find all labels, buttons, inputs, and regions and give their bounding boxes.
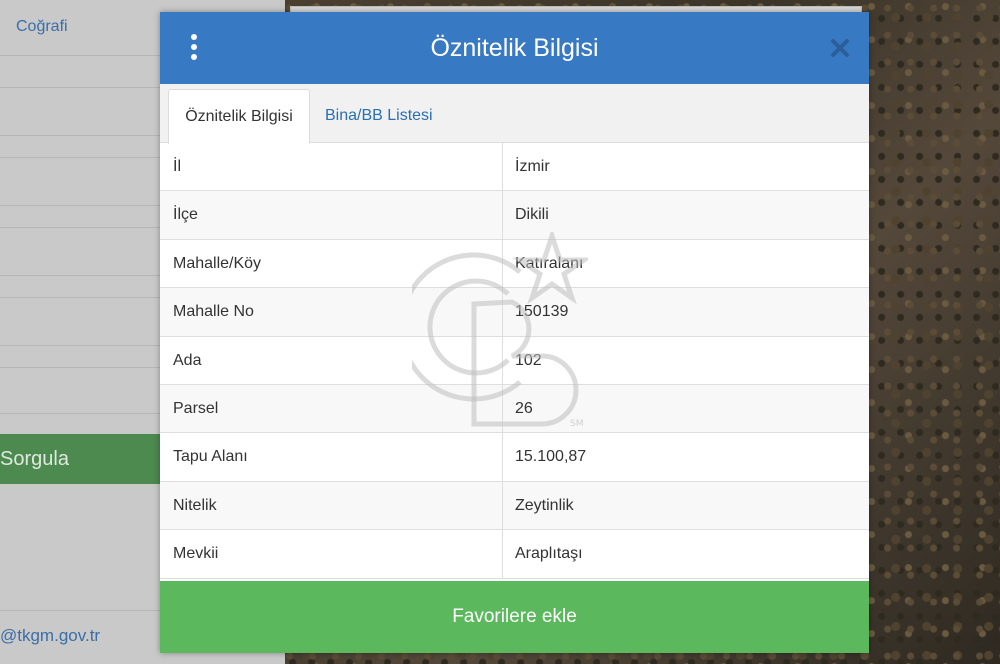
table-row: Mahalle No 150139	[160, 288, 869, 337]
row-key: Tapu Alanı	[173, 448, 248, 466]
table-row: Parsel 26	[160, 384, 869, 434]
row-value: Zeytinlik	[515, 496, 574, 514]
attribute-table: İl İzmir İlçe Dikili Mahalle/Köy Katıralanı…	[160, 143, 869, 579]
row-key: Mahalle/Köy	[173, 254, 262, 272]
table-row: Mahalle/Köy Katıralanı	[160, 239, 869, 289]
row-value: Dikili	[515, 206, 549, 224]
row-value: 150139	[515, 303, 569, 321]
row-value: 26	[515, 399, 533, 417]
table-row: Nitelik Zeytinlik	[160, 481, 869, 531]
sidebar-link-cografi[interactable]: Coğrafi	[16, 18, 68, 36]
tab-building-list[interactable]: Bina/BB Listesi	[325, 89, 433, 144]
row-key: Ada	[173, 351, 202, 369]
table-row: Tapu Alanı 15.100,87	[160, 433, 869, 482]
email-link[interactable]: @tkgm.gov.tr	[0, 626, 100, 646]
row-value: 15.100,87	[515, 448, 587, 466]
row-key: Nitelik	[173, 496, 217, 514]
table-row: İlçe Dikili	[160, 191, 869, 240]
table-row: İl İzmir	[160, 143, 869, 192]
row-value: 102	[515, 351, 542, 369]
row-key: İl	[173, 158, 181, 175]
row-value: İzmir	[515, 158, 550, 175]
row-key: Parsel	[173, 399, 219, 417]
row-key: Mevkii	[173, 545, 219, 563]
modal-title: Öznitelik Bilgisi	[430, 34, 599, 62]
row-key: Mahalle No	[173, 303, 254, 321]
attribute-info-modal: Öznitelik Bilgisi Öznitelik Bilgisi Bina…	[160, 12, 869, 653]
table-row: Ada 102	[160, 336, 869, 385]
vertical-dots-icon[interactable]	[186, 34, 202, 62]
row-value: Katıralanı	[515, 254, 584, 272]
tab-attribute-info[interactable]: Öznitelik Bilgisi	[168, 89, 310, 144]
add-to-favorites-button[interactable]: Favorilere ekle	[160, 581, 869, 653]
close-icon[interactable]	[828, 36, 852, 60]
row-value: Araplıtaşı	[515, 545, 583, 563]
row-key: İlçe	[173, 206, 198, 224]
table-row: Mevkii Araplıtaşı	[160, 530, 869, 579]
